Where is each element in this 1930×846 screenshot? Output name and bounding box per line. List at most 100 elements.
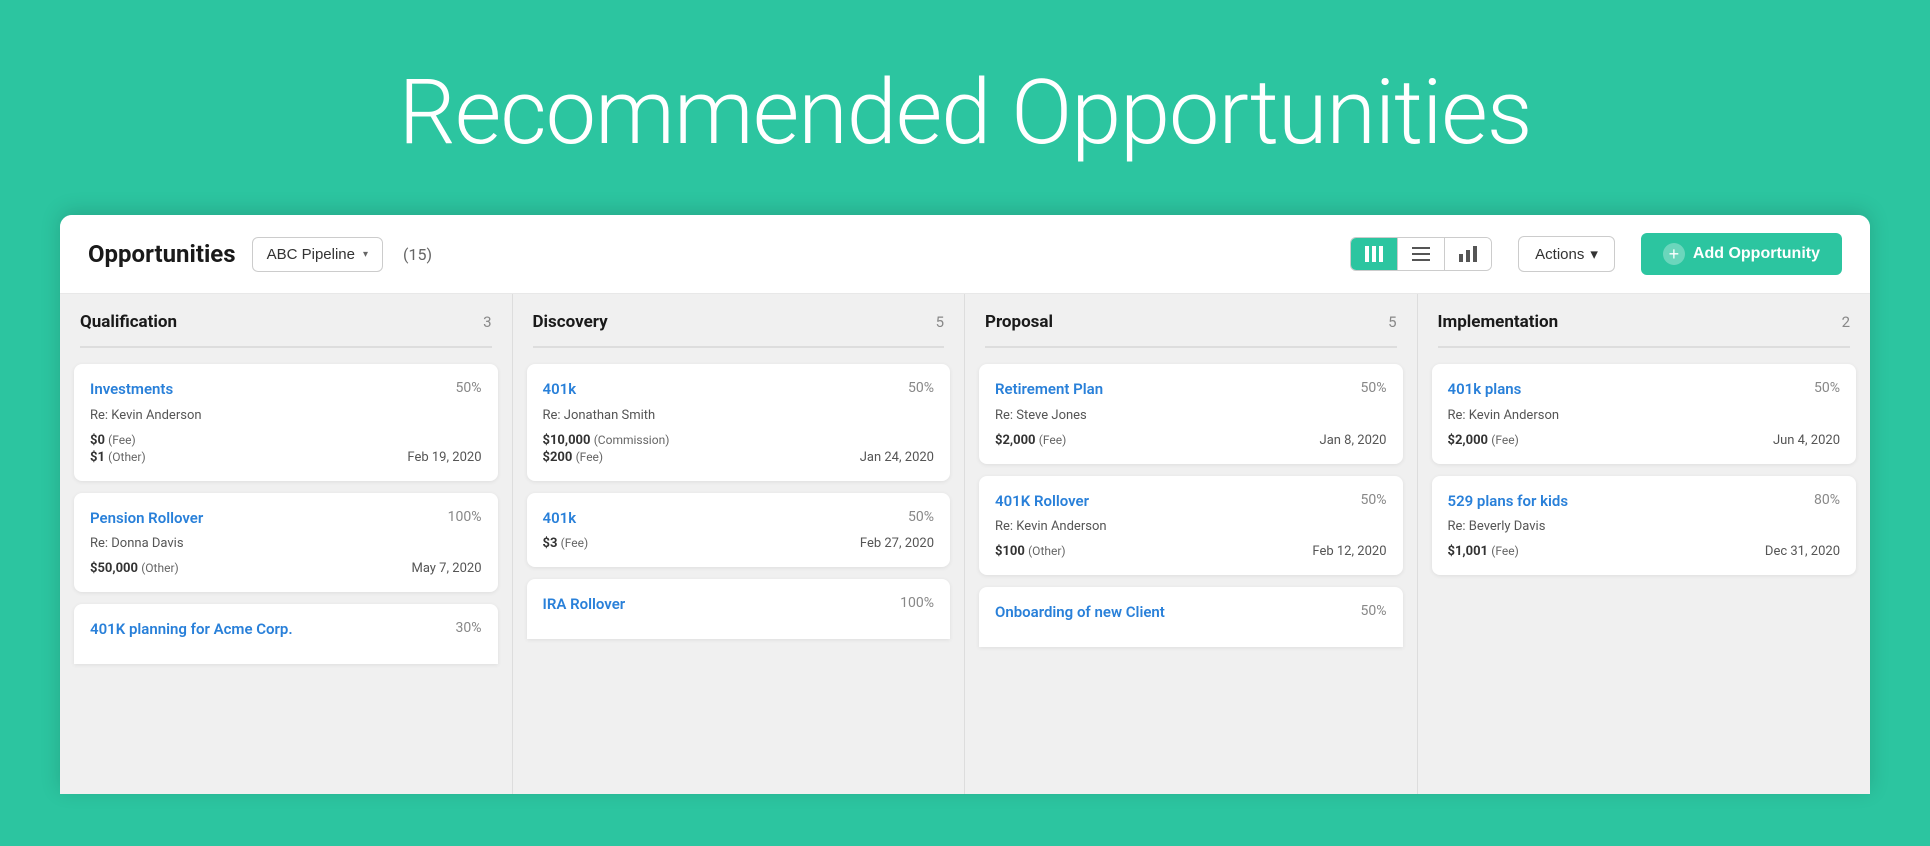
card-percent: 50%: [908, 509, 934, 525]
column-count-implementation: 2: [1842, 313, 1850, 331]
opp-card[interactable]: Onboarding of new Client50%: [979, 587, 1403, 647]
card-title[interactable]: Pension Rollover: [90, 509, 203, 529]
column-discovery: Discovery5401k50%Re: Jonathan Smith$10,0…: [513, 294, 966, 794]
card-percent: 50%: [1814, 380, 1840, 396]
card-amount: $1,001 (Fee): [1448, 544, 1519, 559]
column-divider: [80, 346, 492, 348]
amount-value: $0: [90, 433, 105, 448]
column-divider: [1438, 346, 1851, 348]
card-title[interactable]: 401k plans: [1448, 380, 1522, 400]
card-header: 401k 50%: [543, 509, 935, 529]
card-title[interactable]: 401K planning for Acme Corp.: [90, 620, 293, 640]
chart-view-button[interactable]: [1445, 238, 1491, 270]
card-date: Feb 19, 2020: [407, 450, 481, 465]
actions-button[interactable]: Actions ▾: [1518, 236, 1615, 272]
card-title[interactable]: Onboarding of new Client: [995, 603, 1165, 623]
card-percent: 50%: [1361, 380, 1387, 396]
card-header: 401k plans 50%: [1448, 380, 1841, 400]
card-header: 401k50%: [543, 380, 935, 400]
card-amounts: $2,000 (Fee): [1448, 433, 1519, 448]
card-amount: $0 (Fee): [90, 433, 146, 448]
column-divider: [985, 346, 1397, 348]
column-header-proposal: Proposal5: [965, 294, 1417, 346]
card-footer: $10,000 (Commission) $200 (Fee) Jan 24, 20…: [543, 433, 935, 465]
card-header: 401K planning for Acme Corp.30%: [90, 620, 482, 640]
column-header-implementation: Implementation2: [1418, 294, 1871, 346]
card-title[interactable]: Investments: [90, 380, 173, 400]
opp-card[interactable]: 401k50% Re: Jonathan Smith $10,000 (Commis…: [527, 364, 951, 481]
card-footer: $2,000 (Fee)Jun 4, 2020: [1448, 433, 1841, 448]
opp-card[interactable]: 401K planning for Acme Corp.30%: [74, 604, 498, 664]
card-date: Feb 12, 2020: [1312, 544, 1386, 559]
opp-card[interactable]: Investments50%Re: Kevin Anderson$0 (Fee)…: [74, 364, 498, 481]
plus-icon: +: [1663, 243, 1685, 265]
pipeline-dropdown[interactable]: ABC Pipeline ▾: [252, 237, 383, 272]
card-date: Jan 24, 2020: [860, 450, 934, 465]
card-header: 401K Rollover 50%: [995, 492, 1387, 512]
opp-card[interactable]: 401k50%$3 (Fee)Feb 27, 2020: [527, 493, 951, 568]
card-header: Pension Rollover100%: [90, 509, 482, 529]
amount-value: $1,001: [1448, 544, 1489, 559]
card-date: Dec 31, 2020: [1765, 544, 1840, 559]
card-title[interactable]: 401k: [543, 509, 577, 529]
card-re: Re: Jonathan Smith: [543, 408, 935, 423]
column-proposal: Proposal5 Retirement Plan 50% Re: Steve Jon…: [965, 294, 1418, 794]
cards-area-implementation: 401k plans50%Re: Kevin Anderson$2,000 (F…: [1418, 364, 1871, 575]
card-amounts: $0 (Fee) $1 (Other): [90, 433, 146, 465]
cards-area-proposal: Retirement Plan 50% Re: Steve Jones $2,000 …: [965, 364, 1417, 647]
card-footer: $100 (Other) Feb 12, 2020: [995, 544, 1387, 559]
card-amounts: $50,000 (Other): [90, 561, 179, 576]
column-title-qualification: Qualification: [80, 312, 177, 332]
view-toggles: [1350, 237, 1492, 271]
column-title-discovery: Discovery: [533, 312, 608, 332]
opp-card[interactable]: Pension Rollover100%Re: Donna Davis$50,0…: [74, 493, 498, 593]
column-header-qualification: Qualification 3: [60, 294, 512, 346]
card-amount: $1 (Other): [90, 450, 146, 465]
card-footer: $50,000 (Other)May 7, 2020: [90, 561, 482, 576]
card-footer: $1,001 (Fee) Dec 31, 2020: [1448, 544, 1841, 559]
opp-card[interactable]: 529 plans for kids80%Re: Beverly Davis$1…: [1432, 476, 1857, 576]
opp-card[interactable]: IRA Rollover 100%: [527, 579, 951, 639]
card-amount: $10,000 (Commission): [543, 433, 670, 448]
add-opportunity-label: Add Opportunity: [1693, 245, 1820, 263]
card-amounts: $100 (Other): [995, 544, 1066, 559]
amount-value: $2,000: [995, 433, 1036, 448]
card-re: Re: Kevin Anderson: [995, 519, 1387, 534]
card-amount: $2,000 (Fee): [1448, 433, 1519, 448]
actions-label: Actions: [1535, 246, 1584, 263]
list-view-button[interactable]: [1398, 238, 1445, 270]
app-header: Opportunities ABC Pipeline ▾ (15): [60, 215, 1870, 294]
card-percent: 50%: [1361, 492, 1387, 508]
amount-value: $1: [90, 450, 105, 465]
card-re: Re: Kevin Anderson: [90, 408, 482, 423]
card-percent: 100%: [900, 595, 934, 611]
app-container: Opportunities ABC Pipeline ▾ (15): [60, 215, 1870, 794]
card-title[interactable]: 401K Rollover: [995, 492, 1089, 512]
amount-value: $10,000: [543, 433, 591, 448]
column-qualification: Qualification3Investments50%Re: Kevin An…: [60, 294, 513, 794]
card-footer: $0 (Fee) $1 (Other) Feb 19, 2020: [90, 433, 482, 465]
kanban-view-button[interactable]: [1351, 238, 1398, 270]
add-opportunity-button[interactable]: + Add Opportunity: [1641, 233, 1842, 275]
amount-label: (Other): [141, 561, 179, 575]
card-title[interactable]: 529 plans for kids: [1448, 492, 1569, 512]
column-count-qualification: 3: [483, 313, 491, 331]
card-title[interactable]: 401k: [543, 380, 577, 400]
actions-chevron-icon: ▾: [1590, 245, 1598, 263]
opp-card[interactable]: Retirement Plan 50% Re: Steve Jones $2,000 …: [979, 364, 1403, 464]
card-title[interactable]: IRA Rollover: [543, 595, 626, 615]
card-re: Re: Steve Jones: [995, 408, 1387, 423]
card-amount: $200 (Fee): [543, 450, 670, 465]
amount-label: (Fee): [561, 536, 589, 550]
card-percent: 80%: [1814, 492, 1840, 508]
amount-label: (Other): [108, 450, 146, 464]
pipeline-label: ABC Pipeline: [267, 246, 355, 263]
card-amounts: $3 (Fee): [543, 536, 589, 551]
card-title[interactable]: Retirement Plan: [995, 380, 1103, 400]
cards-area-discovery: 401k 50% Re: Jonathan Smith $10,000 (Commis…: [513, 364, 965, 639]
column-title-proposal: Proposal: [985, 312, 1053, 332]
opp-card[interactable]: 401K Rollover 50% Re: Kevin Anderson $100 (…: [979, 476, 1403, 576]
card-footer: $2,000 (Fee)Jan 8, 2020: [995, 433, 1387, 448]
chevron-down-icon: ▾: [363, 249, 368, 260]
opp-card[interactable]: 401k plans50%Re: Kevin Anderson$2,000 (F…: [1432, 364, 1857, 464]
